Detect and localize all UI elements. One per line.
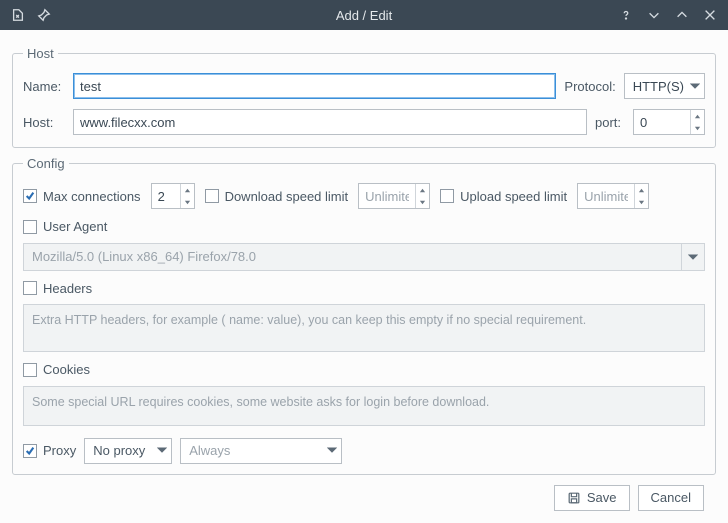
titlebar: Add / Edit [0,0,728,30]
chevron-down-icon [690,79,700,94]
host-group: Host Name: Protocol: HTTP(S) Host: port: [12,46,716,148]
dlspeed-label: Download speed limit [225,189,349,204]
dlspeed-check[interactable]: Download speed limit [205,189,349,204]
proxy-label: Proxy [43,443,76,458]
useragent-combo: Mozilla/5.0 (Linux x86_64) Firefox/78.0 [23,243,705,271]
protocol-combo[interactable]: HTTP(S) [624,73,705,99]
maxconn-check[interactable]: Max connections [23,189,141,204]
ulspeed-spin [577,183,649,209]
proxy-check[interactable]: Proxy [23,443,76,458]
maxconn-input[interactable] [152,184,180,208]
spin-up-icon [635,184,648,196]
headers-textarea: Extra HTTP headers, for example ( name: … [23,304,705,352]
save-icon [567,491,581,505]
spin-down-icon [635,196,648,208]
save-label: Save [587,490,617,505]
chevron-down-icon [157,443,167,458]
maxconn-spin[interactable] [151,183,195,209]
spin-up-icon [416,184,429,196]
spin-down-icon[interactable] [691,122,704,134]
ulspeed-label: Upload speed limit [460,189,567,204]
maximize-icon[interactable] [674,7,690,23]
host-legend: Host [23,46,58,61]
cookies-label: Cookies [43,362,90,377]
proxy-mode-combo: Always [180,438,342,464]
host-input[interactable] [73,109,587,135]
maxconn-label: Max connections [43,189,141,204]
save-button[interactable]: Save [554,485,630,511]
proxy-value: No proxy [93,443,145,458]
headers-label: Headers [43,281,92,296]
spin-up-icon[interactable] [691,110,704,122]
spin-up-icon[interactable] [181,184,194,196]
chevron-down-icon [681,244,698,270]
chevron-down-icon [327,443,337,458]
port-input[interactable] [634,110,690,134]
proxy-mode-value: Always [189,443,230,458]
protocol-value: HTTP(S) [633,79,684,94]
port-spin[interactable] [633,109,705,135]
help-icon[interactable] [618,7,634,23]
useragent-value: Mozilla/5.0 (Linux x86_64) Firefox/78.0 [32,249,256,264]
name-label: Name: [23,79,65,94]
minimize-icon[interactable] [646,7,662,23]
cookies-textarea: Some special URL requires cookies, some … [23,386,705,426]
ulspeed-check[interactable]: Upload speed limit [440,189,567,204]
headers-check[interactable]: Headers [23,281,92,296]
close-icon[interactable] [702,7,718,23]
port-label: port: [595,115,625,130]
config-legend: Config [23,156,69,171]
cancel-label: Cancel [651,490,691,505]
spin-down-icon[interactable] [181,196,194,208]
useragent-label: User Agent [43,219,107,234]
proxy-combo[interactable]: No proxy [84,438,172,464]
pin-icon[interactable] [36,7,52,23]
dlspeed-input [359,184,415,208]
useragent-check[interactable]: User Agent [23,219,107,234]
name-input[interactable] [73,73,556,99]
cookies-check[interactable]: Cookies [23,362,90,377]
spin-down-icon [416,196,429,208]
cancel-button[interactable]: Cancel [638,485,704,511]
dlspeed-spin [358,183,430,209]
protocol-label: Protocol: [564,79,615,94]
host-label: Host: [23,115,65,130]
ulspeed-input [578,184,634,208]
app-icon [10,7,26,23]
config-group: Config Max connections Download speed li… [12,156,716,475]
